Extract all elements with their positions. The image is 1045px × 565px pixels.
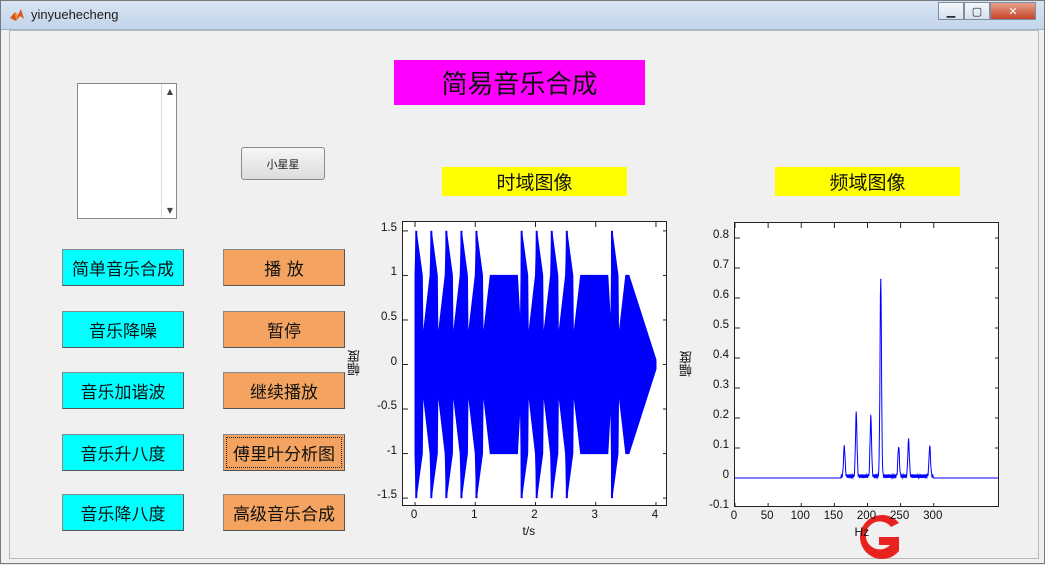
app-window: yinyuehecheng ▁ ▢ ✕ 简易音乐合成 ▲ ▼ 小星星 简单音乐合… [0, 0, 1045, 564]
spectrum-peak [855, 414, 857, 416]
spectrum-peak [907, 441, 910, 443]
x-tick-label: 3 [591, 509, 598, 521]
plot-canvas [403, 222, 666, 505]
plot-axes [734, 222, 999, 507]
y-tick-label: 0.8 [713, 229, 729, 241]
y-tick-label: 0.5 [381, 310, 397, 323]
y-tick-label: 0.7 [713, 259, 729, 271]
y-tick-label: 0.6 [713, 289, 729, 301]
x-tick-label: 2 [531, 509, 538, 521]
listbox-scrollbar[interactable]: ▲ ▼ [161, 84, 176, 218]
y-axis-label: 幅度 [348, 349, 363, 376]
scroll-down-icon[interactable]: ▼ [167, 206, 173, 215]
y-tick-label: 0.5 [713, 319, 729, 331]
y-tick-label: -0.1 [709, 499, 729, 511]
title-bar: yinyuehecheng ▁ ▢ ✕ [1, 1, 1044, 30]
x-tick-label: 150 [823, 510, 843, 522]
y-tick-label: 0.4 [713, 349, 729, 361]
maximize-button[interactable]: ▢ [964, 2, 990, 20]
minimize-button[interactable]: ▁ [938, 2, 964, 20]
window-controls: ▁ ▢ ✕ [938, 2, 1036, 21]
x-tick-label: 1 [471, 509, 478, 521]
x-tick-label: 250 [890, 510, 910, 522]
y-axis-label: 幅度 [680, 350, 695, 377]
time-domain-label: 时域图像 [442, 167, 627, 196]
spectrum-peak [929, 447, 931, 449]
add-harmonics-button[interactable]: 音乐加谐波 [62, 372, 184, 409]
close-button[interactable]: ✕ [990, 2, 1036, 20]
y-tick-label: 0.1 [713, 439, 729, 451]
x-tick-label: 0 [730, 510, 738, 522]
x-tick-label: 4 [651, 509, 659, 521]
spectrum-peak [870, 417, 872, 419]
song-listbox[interactable]: ▲ ▼ [77, 83, 177, 219]
y-tick-label: 0 [722, 469, 729, 481]
x-tick-label: 200 [856, 510, 877, 522]
x-tick-label: 300 [923, 510, 943, 522]
page-title: 简易音乐合成 [394, 60, 645, 105]
play-button[interactable]: 播 放 [223, 249, 345, 286]
plot-canvas [735, 223, 998, 506]
plot-axes [402, 221, 667, 506]
x-tick-label: 100 [790, 510, 810, 522]
pause-button[interactable]: 暂停 [223, 311, 345, 348]
x-tick-label: 0 [410, 509, 418, 521]
y-tick-label: 0.2 [713, 409, 729, 421]
spectrum-peak [843, 447, 845, 449]
matlab-icon [10, 9, 24, 21]
y-tick-label: -0.5 [377, 400, 397, 413]
y-tick-label: 1 [390, 266, 397, 279]
denoise-button[interactable]: 音乐降噪 [62, 311, 184, 348]
octave-down-button[interactable]: 音乐降八度 [62, 494, 184, 531]
x-axis-label: Hz [854, 525, 870, 539]
spectrum-line [735, 278, 998, 480]
y-tick-label: 0.3 [713, 379, 729, 391]
resume-button[interactable]: 继续播放 [223, 372, 345, 409]
fourier-analysis-button[interactable]: 傅里叶分析图 [223, 434, 345, 471]
octave-up-button[interactable]: 音乐升八度 [62, 434, 184, 471]
waveform-envelope [414, 230, 657, 499]
simple-synthesis-button[interactable]: 简单音乐合成 [62, 249, 184, 286]
x-tick-label: 50 [760, 510, 774, 522]
song-button[interactable]: 小星星 [241, 147, 325, 180]
advanced-synthesis-button[interactable]: 高级音乐合成 [223, 494, 345, 531]
y-tick-label: -1.5 [377, 489, 397, 502]
spectrum-peak [898, 447, 900, 449]
scroll-up-icon[interactable]: ▲ [167, 87, 173, 96]
x-axis-label: t/s [522, 524, 536, 538]
window-title: yinyuehecheng [31, 7, 119, 22]
y-tick-label: 1.5 [381, 221, 397, 234]
y-tick-label: -1 [386, 444, 397, 457]
frequency-domain-label: 频域图像 [775, 167, 960, 196]
spectrum-peak [880, 279, 882, 281]
y-tick-label: 0 [390, 355, 397, 368]
